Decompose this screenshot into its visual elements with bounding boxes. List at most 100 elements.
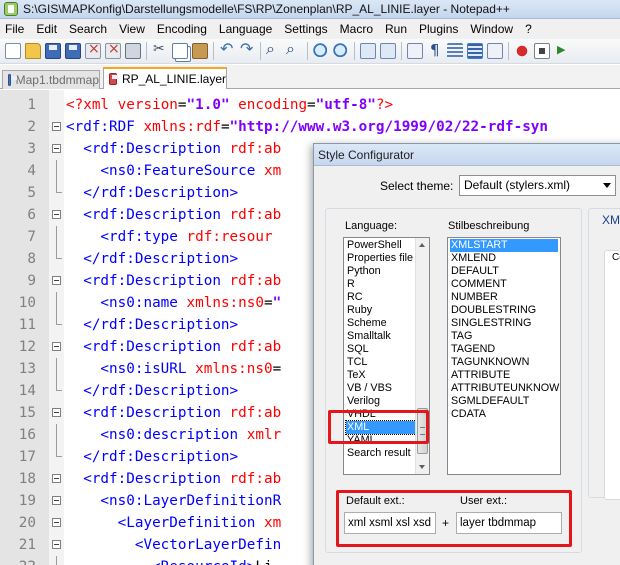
redo-icon[interactable] [239, 39, 255, 59]
language-item[interactable]: Search result [346, 447, 416, 460]
user-ext-field[interactable]: layer tbdmmap [456, 512, 562, 534]
fold-toggle-icon[interactable] [52, 122, 61, 131]
indent-guide-icon[interactable] [447, 43, 463, 59]
code-text: <rdf:Description rdf:ab [66, 402, 281, 424]
menu-macro[interactable]: Macro [340, 22, 373, 36]
fold-toggle-icon[interactable] [52, 408, 61, 417]
language-listbox[interactable]: PowerShell Properties file Python R RC Ruby Sc… [343, 237, 430, 475]
language-item[interactable]: R [346, 278, 416, 291]
fold-toggle-icon[interactable] [52, 210, 61, 219]
menu-help[interactable]: ? [525, 22, 532, 36]
find-icon[interactable] [266, 39, 282, 59]
language-item[interactable]: Verilog [346, 395, 416, 408]
zoom-out-icon[interactable] [333, 43, 349, 59]
replace-icon[interactable] [286, 39, 302, 59]
tab-map1[interactable]: Map1.tbdmmap [2, 70, 100, 89]
style-item[interactable]: ATTRIBUTEUNKNOWN [450, 382, 560, 395]
language-item[interactable]: XML [345, 420, 417, 435]
scroll-down-icon[interactable] [416, 460, 429, 474]
style-item[interactable]: CDATA [450, 408, 558, 421]
menu-file[interactable]: File [5, 22, 24, 36]
language-scrollbar[interactable] [415, 238, 429, 474]
menu-window[interactable]: Window [470, 22, 513, 36]
theme-select[interactable]: Default (stylers.xml) [459, 175, 616, 196]
code-token: encoding [229, 97, 308, 113]
language-item[interactable]: VHDL [346, 408, 416, 421]
doc-map-icon[interactable] [487, 43, 503, 59]
paste-icon[interactable] [192, 43, 208, 59]
user-defined-language-icon[interactable] [467, 43, 483, 59]
style-item[interactable]: XMLSTART [450, 239, 558, 252]
word-wrap-icon[interactable] [407, 43, 423, 59]
chevron-down-icon[interactable] [603, 183, 611, 188]
record-macro-icon[interactable] [514, 43, 530, 59]
language-item[interactable]: PowerShell [346, 239, 416, 252]
menu-settings[interactable]: Settings [284, 22, 327, 36]
style-item[interactable]: COMMENT [450, 278, 558, 291]
cut-icon[interactable] [152, 41, 168, 59]
language-item[interactable]: TCL [346, 356, 416, 369]
stop-recording-icon[interactable] [534, 43, 550, 59]
save-all-icon[interactable] [65, 43, 81, 59]
sync-horizontal-icon[interactable] [380, 43, 396, 59]
language-item[interactable]: RC [346, 291, 416, 304]
close-all-icon[interactable] [105, 41, 121, 59]
style-item[interactable]: NUMBER [450, 291, 558, 304]
style-item[interactable]: ATTRIBUTE [450, 369, 558, 382]
menu-search[interactable]: Search [69, 22, 107, 36]
fold-toggle-icon[interactable] [52, 276, 61, 285]
style-item[interactable]: TAG [450, 330, 558, 343]
line-number: 18 [18, 471, 36, 487]
language-item[interactable]: VB / VBS [346, 382, 416, 395]
tab-rp-al-linie[interactable]: RP_AL_LINIE.layer [103, 67, 227, 89]
style-item[interactable]: DEFAULT [450, 265, 558, 278]
undo-icon[interactable] [219, 39, 235, 59]
language-item[interactable]: Properties file [346, 252, 416, 265]
fold-toggle-icon[interactable] [52, 342, 61, 351]
menu-run[interactable]: Run [385, 22, 407, 36]
style-item[interactable]: DOUBLESTRING [450, 304, 558, 317]
language-item[interactable]: Smalltalk [346, 330, 416, 343]
language-item[interactable]: Scheme [346, 317, 416, 330]
menu-view[interactable]: View [119, 22, 145, 36]
show-all-characters-icon[interactable] [427, 41, 443, 59]
fold-toggle-icon[interactable] [52, 474, 61, 483]
menu-language[interactable]: Language [219, 22, 272, 36]
close-icon[interactable] [85, 41, 101, 59]
code-line[interactable]: 2 <rdf:RDF xmlns:rdf="http://www.w3.org/1… [0, 116, 620, 138]
menu-edit[interactable]: Edit [36, 22, 57, 36]
menu-plugins[interactable]: Plugins [419, 22, 458, 36]
print-icon[interactable] [125, 43, 141, 59]
save-icon[interactable] [45, 43, 61, 59]
language-item[interactable]: YAML [346, 434, 416, 447]
tab-label: Map1.tbdmmap [15, 73, 99, 87]
style-item[interactable]: XMLEND [450, 252, 558, 265]
user-ext-label: User ext.: [460, 495, 508, 507]
scroll-up-icon[interactable] [416, 238, 429, 252]
sync-vertical-icon[interactable] [360, 43, 376, 59]
language-item[interactable]: Ruby [346, 304, 416, 317]
style-item[interactable]: SINGLESTRING [450, 317, 558, 330]
fold-toggle-icon[interactable] [52, 518, 61, 527]
fold-toggle-icon[interactable] [52, 540, 61, 549]
style-item[interactable]: TAGUNKNOWN [450, 356, 558, 369]
code-line[interactable]: 1 <?xml version="1.0" encoding="utf-8"?> [0, 94, 620, 116]
scrollbar-thumb[interactable] [417, 408, 428, 454]
menu-encoding[interactable]: Encoding [157, 22, 207, 36]
style-item[interactable]: SGMLDEFAULT [450, 395, 558, 408]
style-item[interactable]: TAGEND [450, 343, 558, 356]
language-item[interactable]: Python [346, 265, 416, 278]
zoom-in-icon[interactable] [313, 43, 329, 59]
fold-toggle-icon[interactable] [52, 496, 61, 505]
new-file-icon[interactable] [5, 43, 21, 59]
language-item[interactable]: TeX [346, 369, 416, 382]
copy-icon[interactable] [172, 43, 188, 59]
fold-line-marker [56, 358, 57, 380]
style-listbox[interactable]: XMLSTART XMLEND DEFAULT COMMENT NUMBER DOUBLE… [447, 237, 561, 475]
play-macro-icon[interactable] [554, 43, 570, 59]
open-folder-icon[interactable] [25, 43, 41, 59]
language-item[interactable]: SQL [346, 343, 416, 356]
line-number: 9 [27, 273, 36, 289]
fold-toggle-icon[interactable] [52, 144, 61, 153]
fold-end-marker [56, 182, 62, 193]
